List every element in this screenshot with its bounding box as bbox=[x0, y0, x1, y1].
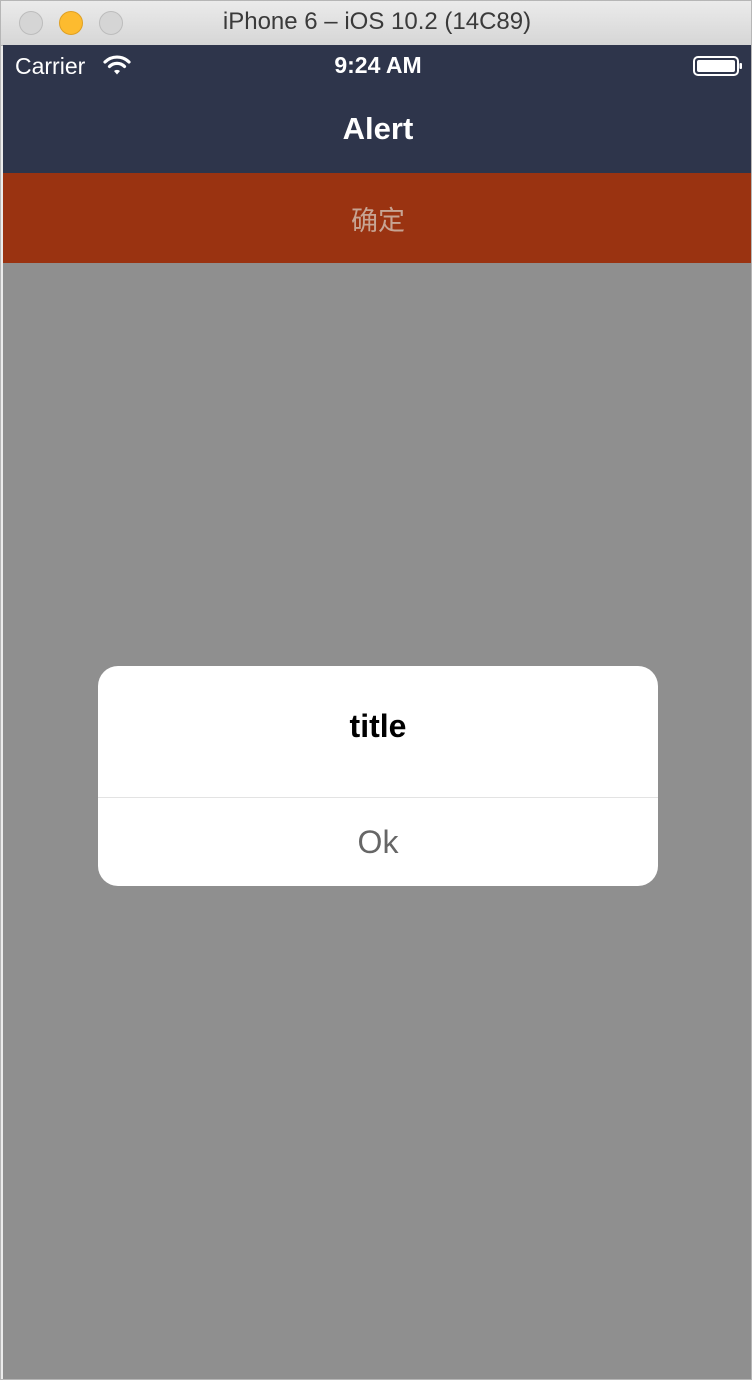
status-time: 9:24 AM bbox=[334, 52, 422, 78]
navigation-bar: Carrier 9:24 AM Alert bbox=[3, 45, 751, 173]
alert-title: title bbox=[349, 708, 407, 744]
window-titlebar: iPhone 6 – iOS 10.2 (14C89) bbox=[1, 1, 751, 46]
alert-dialog: title Ok bbox=[98, 666, 658, 886]
page-title: Alert bbox=[342, 111, 414, 146]
window-title: iPhone 6 – iOS 10.2 (14C89) bbox=[222, 8, 532, 35]
battery-icon bbox=[693, 56, 742, 76]
simulator-window: iPhone 6 – iOS 10.2 (14C89) Carrier 9:24… bbox=[0, 0, 752, 1380]
status-bar: Carrier 9:24 AM bbox=[3, 45, 751, 87]
confirm-button[interactable]: 确定 bbox=[3, 173, 751, 263]
device-screen: Carrier 9:24 AM Alert 确定 title Ok bbox=[3, 45, 751, 1379]
alert-ok-button[interactable]: Ok bbox=[98, 798, 658, 886]
